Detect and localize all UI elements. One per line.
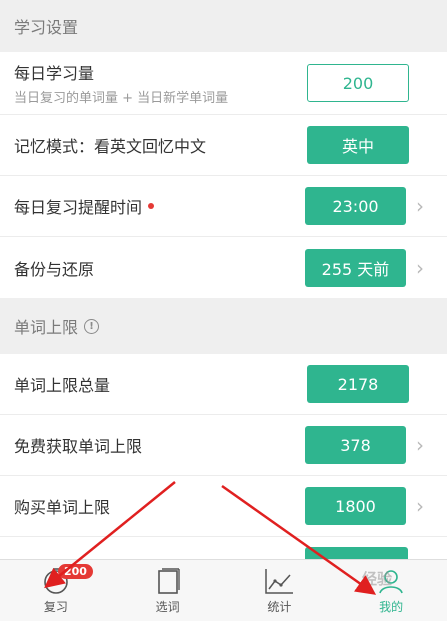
row-buy-limit[interactable]: 购买单词上限 1800 ›: [0, 476, 447, 537]
row-sublabel: 当日复习的单词量 + 当日新学单词量: [14, 91, 229, 106]
total-limit-button[interactable]: 2178: [307, 365, 409, 403]
daily-amount-button[interactable]: 200: [307, 64, 409, 102]
reminder-time-button[interactable]: 23:00: [305, 187, 406, 225]
row-total-limit[interactable]: 单词上限总量 2178: [0, 354, 447, 415]
tab-label: 统计: [267, 600, 292, 614]
row-label: 购买单词上限: [14, 498, 111, 517]
row-label: 每日复习提醒时间: [14, 194, 155, 218]
row-daily-amount[interactable]: 每日学习量 当日复习的单词量 + 当日新学单词量 200: [0, 52, 447, 115]
row-label: 记忆模式：看英文回忆中文: [14, 137, 207, 156]
chevron-right-icon[interactable]: ›: [416, 194, 424, 218]
tab-stats[interactable]: 统计: [224, 560, 336, 621]
chevron-right-icon[interactable]: ›: [416, 494, 424, 518]
tab-select-words[interactable]: 选词: [112, 560, 224, 621]
row-label: 每日学习量: [14, 64, 95, 83]
review-count-badge: 200: [58, 564, 93, 579]
section-header-limit: 单词上限 !: [0, 298, 447, 354]
row-memory-mode[interactable]: 记忆模式：看英文回忆中文 英中: [0, 115, 447, 176]
new-dot-icon: [148, 203, 155, 209]
tab-label: 复习: [43, 600, 68, 614]
row-reminder-time[interactable]: 每日复习提醒时间 23:00 ›: [0, 176, 447, 237]
section-title: 学习设置: [14, 18, 79, 37]
tab-label: 选词: [155, 600, 180, 614]
chevron-right-icon[interactable]: ›: [416, 256, 424, 280]
row-label: 备份与还原: [14, 259, 95, 279]
chevron-right-icon[interactable]: ›: [416, 433, 424, 457]
backup-button[interactable]: 255 天前: [305, 248, 406, 287]
profile-icon: [379, 570, 403, 594]
free-limit-button[interactable]: 378: [305, 426, 406, 464]
buy-limit-button[interactable]: 1800: [305, 487, 406, 525]
bottom-tab-bar: 复习 200 选词 统计 我的: [0, 559, 447, 621]
tab-profile[interactable]: 我的: [335, 560, 447, 621]
section-title: 单词上限: [14, 318, 79, 337]
info-icon[interactable]: !: [84, 318, 100, 334]
row-label-text: 每日复习提醒时间: [14, 198, 143, 217]
row-free-limit[interactable]: 免费获取单词上限 378 ›: [0, 415, 447, 476]
section-header-study: 学习设置: [0, 0, 447, 52]
row-label: 单词上限总量: [14, 376, 111, 395]
cards-icon: [157, 568, 180, 594]
chart-icon: [265, 569, 294, 594]
tab-label: 我的: [379, 600, 404, 614]
tab-review[interactable]: 复习 200: [0, 560, 112, 621]
row-label: 免费获取单词上限: [14, 437, 143, 456]
memory-mode-button[interactable]: 英中: [307, 126, 409, 164]
row-backup[interactable]: 备份与还原 255 天前 ›: [0, 237, 447, 298]
